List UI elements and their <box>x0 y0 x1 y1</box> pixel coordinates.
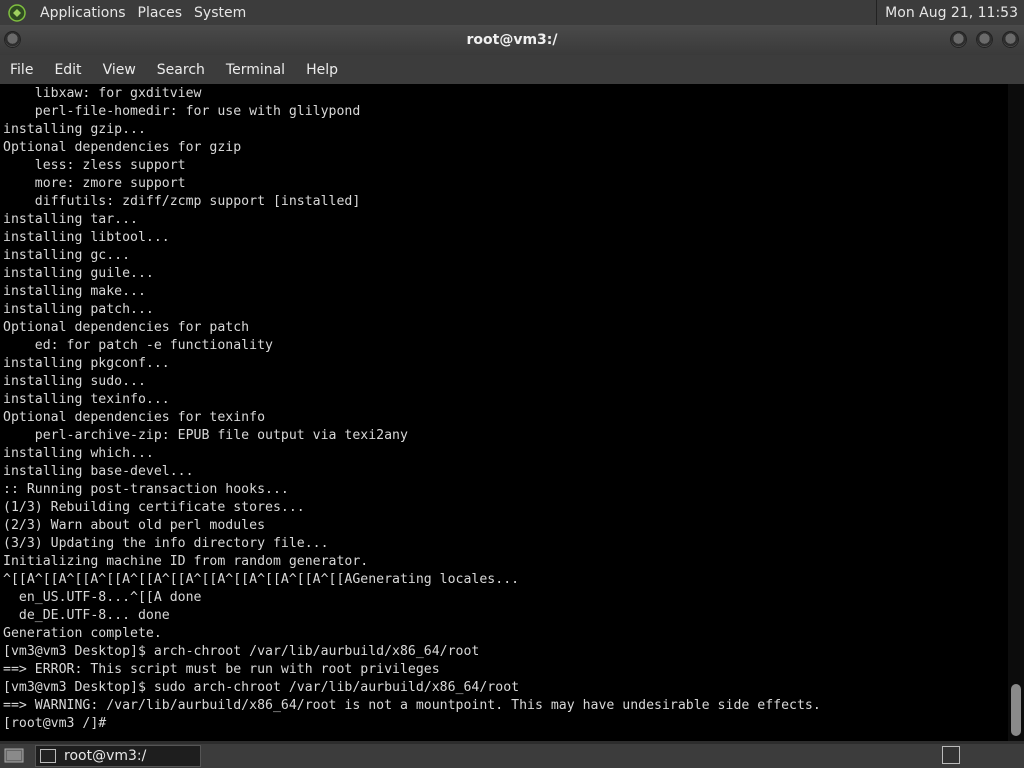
terminal-line: installing gc... <box>3 248 131 263</box>
clock[interactable]: Mon Aug 21, 11:53 <box>876 0 1024 25</box>
terminal-line: ==> ERROR: This script must be run with … <box>3 662 440 677</box>
window-title: root@vm3:/ <box>466 32 558 48</box>
terminal-line: less: zless support <box>3 158 186 173</box>
minimize-button[interactable] <box>950 31 967 48</box>
terminal-line: installing sudo... <box>3 374 146 389</box>
terminal-line: de_DE.UTF-8... done <box>3 608 170 623</box>
terminal-line: perl-archive-zip: EPUB file output via t… <box>3 428 408 443</box>
terminal-line: Optional dependencies for texinfo <box>3 410 266 425</box>
terminal-line: :: Running post-transaction hooks... <box>3 482 289 497</box>
terminal-text: libxaw: for gxditview perl-file-homedir:… <box>0 84 1008 733</box>
terminal-line: installing guile... <box>3 266 154 281</box>
menu-places[interactable]: Places <box>132 5 189 21</box>
terminal-prompt: [root@vm3 /]# <box>3 716 107 731</box>
terminal-line: ^[[A^[[A^[[A^[[A^[[A^[[A^[[A^[[A^[[A^[[A… <box>3 572 520 587</box>
close-button[interactable] <box>1002 31 1019 48</box>
terminal-line: Optional dependencies for gzip <box>3 140 242 155</box>
terminal-line: [vm3@vm3 Desktop]$ sudo arch-chroot /var… <box>3 680 520 695</box>
terminal-menubar: File Edit View Search Terminal Help <box>0 55 1024 84</box>
terminal-line: libxaw: for gxditview <box>3 86 202 101</box>
scrollbar-thumb[interactable] <box>1011 684 1021 736</box>
distro-logo-icon[interactable] <box>6 2 28 24</box>
window-menu-button[interactable] <box>4 31 21 48</box>
bottom-taskbar: root@vm3:/ <box>0 744 1024 768</box>
menu-file[interactable]: File <box>0 62 44 78</box>
terminal-line: installing make... <box>3 284 146 299</box>
terminal-line: Generation complete. <box>3 626 162 641</box>
menu-edit[interactable]: Edit <box>44 62 92 78</box>
terminal-line: installing texinfo... <box>3 392 170 407</box>
terminal-line: Initializing machine ID from random gene… <box>3 554 369 569</box>
top-panel: Applications Places System Mon Aug 21, 1… <box>0 0 1024 25</box>
menu-help[interactable]: Help <box>296 62 349 78</box>
menu-search[interactable]: Search <box>147 62 216 78</box>
terminal-line: ed: for patch -e functionality <box>3 338 273 353</box>
terminal-line: installing patch... <box>3 302 154 317</box>
menu-view[interactable]: View <box>93 62 147 78</box>
terminal-line: more: zmore support <box>3 176 186 191</box>
taskbar-item-terminal[interactable]: root@vm3:/ <box>35 745 201 767</box>
show-desktop-icon[interactable] <box>3 747 25 765</box>
terminal-line: [vm3@vm3 Desktop]$ arch-chroot /var/lib/… <box>3 644 480 659</box>
terminal-line: ==> WARNING: /var/lib/aurbuild/x86_64/ro… <box>3 698 821 713</box>
window-titlebar[interactable]: root@vm3:/ <box>0 25 1024 55</box>
terminal-line: (3/3) Updating the info directory file..… <box>3 536 329 551</box>
taskbar-item-label: root@vm3:/ <box>64 748 147 764</box>
terminal-line: installing libtool... <box>3 230 170 245</box>
terminal-line: installing which... <box>3 446 154 461</box>
menu-terminal[interactable]: Terminal <box>216 62 296 78</box>
terminal-line: installing base-devel... <box>3 464 194 479</box>
maximize-button[interactable] <box>976 31 993 48</box>
terminal-icon <box>40 749 56 763</box>
terminal-output[interactable]: libxaw: for gxditview perl-file-homedir:… <box>0 84 1008 741</box>
terminal-line: perl-file-homedir: for use with glilypon… <box>3 104 361 119</box>
terminal-line: installing gzip... <box>3 122 146 137</box>
terminal-line: (1/3) Rebuilding certificate stores... <box>3 500 305 515</box>
terminal-line: (2/3) Warn about old perl modules <box>3 518 266 533</box>
terminal-line: installing tar... <box>3 212 138 227</box>
terminal-scrollbar[interactable] <box>1008 84 1024 741</box>
terminal-line: installing pkgconf... <box>3 356 170 371</box>
terminal-line: en_US.UTF-8...^[[A done <box>3 590 202 605</box>
menu-system[interactable]: System <box>188 5 252 21</box>
terminal-line: diffutils: zdiff/zcmp support [installed… <box>3 194 361 209</box>
terminal-line: Optional dependencies for patch <box>3 320 250 335</box>
workspace-switcher-icon[interactable] <box>942 746 960 764</box>
menu-applications[interactable]: Applications <box>34 5 132 21</box>
